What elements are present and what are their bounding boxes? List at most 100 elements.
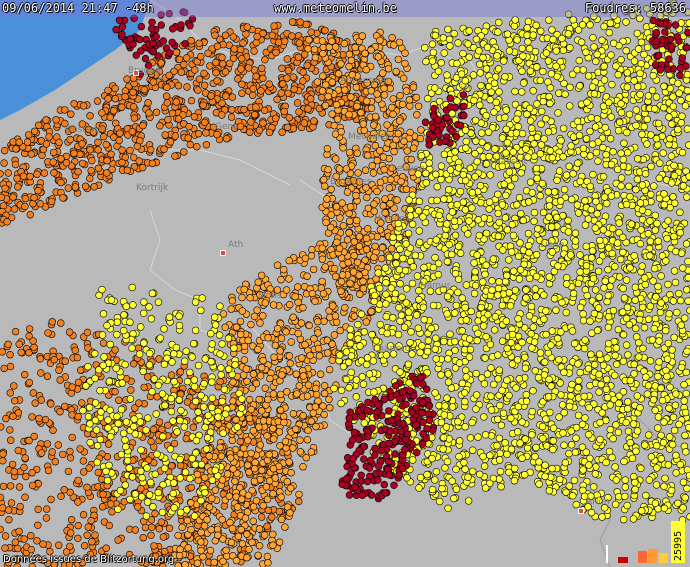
strike-dot xyxy=(588,83,597,91)
strike-dot xyxy=(140,383,148,392)
strike-dot xyxy=(465,353,474,361)
strike-dot xyxy=(341,304,349,312)
strike-dot xyxy=(312,422,320,431)
strike-dot xyxy=(15,340,23,348)
strike-dot xyxy=(285,256,293,265)
strike-dot xyxy=(611,500,620,509)
strike-dot xyxy=(480,413,488,421)
strike-dot xyxy=(541,461,549,469)
strike-dot xyxy=(518,454,526,462)
strike-dot xyxy=(640,122,648,131)
strike-dot xyxy=(555,89,563,97)
strike-dot xyxy=(13,174,21,183)
strike-dot xyxy=(29,389,37,397)
strike-dot xyxy=(376,36,384,45)
strike-dot xyxy=(479,278,487,286)
strike-dot xyxy=(285,275,293,283)
strike-dot xyxy=(304,45,312,53)
strike-dot xyxy=(165,71,173,80)
strike-dot xyxy=(609,306,618,315)
strike-dot xyxy=(88,537,96,546)
strike-dot xyxy=(11,327,20,336)
strike-dot xyxy=(74,534,82,542)
strike-dot xyxy=(339,222,348,230)
strike-dot xyxy=(320,389,329,398)
strike-dot xyxy=(622,46,630,55)
strike-dot xyxy=(130,114,139,122)
strike-dot xyxy=(530,217,538,226)
strike-dot xyxy=(429,48,438,57)
strike-dot xyxy=(255,395,263,404)
strike-dot xyxy=(335,244,344,253)
strike-dot xyxy=(634,113,642,122)
strike-dot xyxy=(201,473,209,482)
strike-dot xyxy=(408,220,417,228)
strike-dot xyxy=(268,31,276,39)
strike-dot xyxy=(289,444,297,452)
strike-dot xyxy=(130,360,138,368)
strike-dot xyxy=(139,533,147,542)
strike-dot xyxy=(264,559,272,567)
strike-dot xyxy=(171,132,180,140)
strike-dot xyxy=(388,33,396,42)
strike-dot xyxy=(370,253,378,262)
strike-dot xyxy=(620,294,629,302)
strike-dot xyxy=(42,140,51,148)
strike-dot xyxy=(287,338,295,346)
strike-dot xyxy=(90,183,98,191)
strike-dot xyxy=(552,62,560,70)
strike-dot xyxy=(660,82,668,91)
strike-dot xyxy=(672,469,680,477)
strike-dot xyxy=(649,277,657,285)
strike-dot xyxy=(644,92,653,100)
lightning-map: 09/06/2014 21:47 -48h www.meteomelin.be … xyxy=(0,0,690,567)
strike-dot xyxy=(661,474,669,483)
strike-dot xyxy=(74,476,82,485)
strike-dot xyxy=(244,64,253,72)
strike-dot xyxy=(683,193,690,201)
strike-dot xyxy=(595,388,603,396)
strike-dot xyxy=(610,371,619,380)
strike-dot xyxy=(263,522,271,530)
strike-dot xyxy=(498,337,507,345)
strike-dot xyxy=(545,16,553,24)
strike-dot xyxy=(682,389,690,398)
strike-dot xyxy=(501,277,510,286)
strike-dot xyxy=(503,344,511,353)
strike-dot xyxy=(15,138,23,146)
strike-dot xyxy=(237,330,245,338)
strike-dot xyxy=(332,203,341,211)
strike-dot xyxy=(560,185,569,194)
strike-dot xyxy=(320,176,328,184)
strike-dot xyxy=(370,121,378,129)
strike-dot xyxy=(14,446,22,455)
strike-dot xyxy=(11,160,20,169)
strike-dot xyxy=(79,511,88,519)
strike-dot xyxy=(407,328,415,336)
strike-dot xyxy=(318,87,327,95)
strike-dot xyxy=(524,17,533,26)
strike-dot xyxy=(34,186,42,195)
strike-dot xyxy=(379,202,387,210)
strike-dot xyxy=(70,100,78,108)
strike-dot xyxy=(630,57,639,65)
strike-dot xyxy=(200,81,209,90)
strike-dot xyxy=(417,126,425,134)
strike-dot xyxy=(501,72,509,81)
strike-dot xyxy=(557,137,565,145)
strike-dot xyxy=(238,89,246,97)
strike-dot xyxy=(273,325,282,333)
strike-dot xyxy=(495,18,503,27)
strike-dot xyxy=(636,240,645,248)
strike-dot xyxy=(261,531,269,539)
strike-dot xyxy=(331,312,340,320)
strike-dot xyxy=(579,66,587,74)
strike-dot xyxy=(103,157,111,165)
strike-dot xyxy=(34,505,42,513)
strike-dot xyxy=(20,535,28,543)
strike-dot xyxy=(633,29,641,38)
strike-dot xyxy=(17,348,25,357)
strike-dot xyxy=(266,374,274,383)
strike-dot xyxy=(452,485,461,493)
strike-dot xyxy=(289,313,297,321)
